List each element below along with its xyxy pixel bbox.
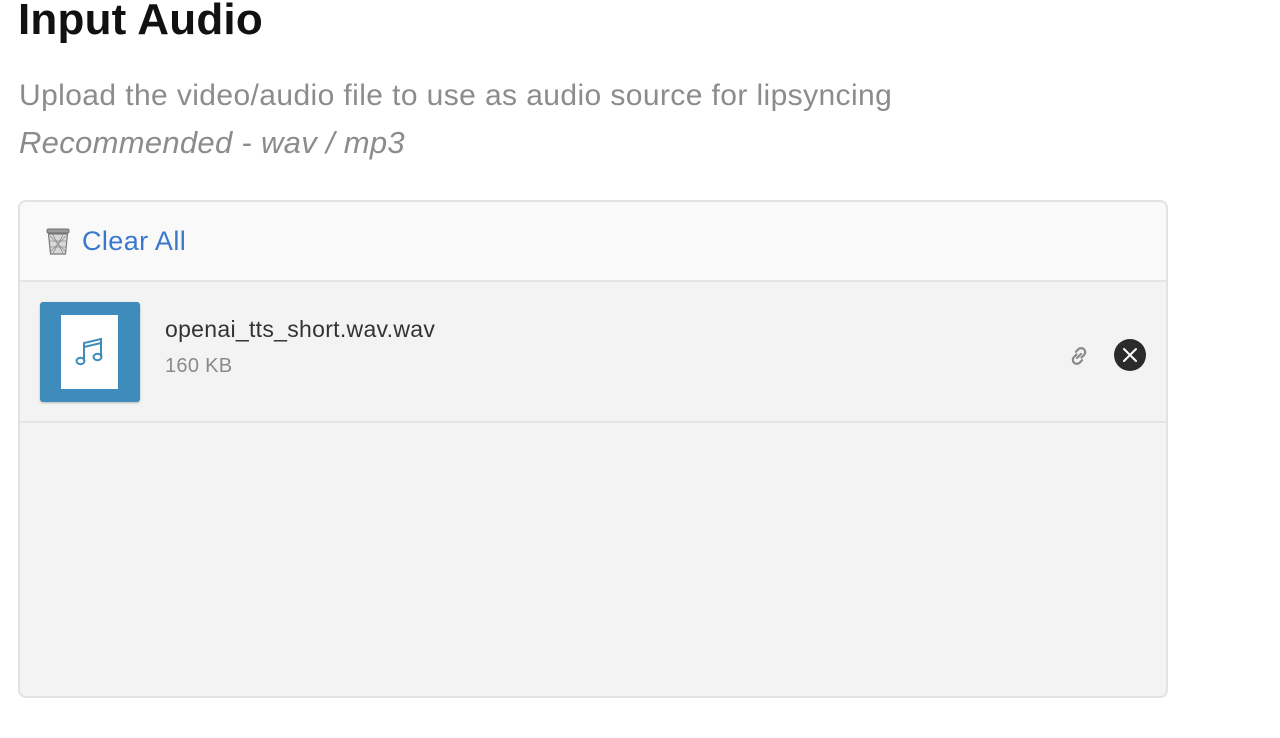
link-icon: [1071, 347, 1087, 365]
page-title: Input Audio: [18, 0, 263, 44]
uploader-header: Clear All: [20, 202, 1166, 282]
file-thumbnail: [40, 302, 140, 402]
trash-icon: [44, 226, 72, 256]
file-name: openai_tts_short.wav.wav: [165, 316, 436, 342]
document-icon: [61, 315, 118, 389]
input-audio-section: Input Audio Upload the video/audio file …: [0, 0, 1280, 738]
section-description: Upload the video/audio file to use as au…: [19, 79, 893, 112]
file-size: 160 KB: [165, 355, 233, 377]
clear-all-label: Clear All: [82, 225, 187, 256]
clear-all-button[interactable]: Clear All: [44, 226, 186, 257]
copy-link-button[interactable]: [1066, 343, 1092, 369]
recommended-formats: Recommended - wav / mp3: [19, 125, 405, 160]
file-uploader: Clear All openai_tts_short.wav.wav 160 K…: [18, 200, 1168, 698]
music-note-icon: [75, 337, 103, 366]
close-icon: [1123, 348, 1137, 362]
file-item: openai_tts_short.wav.wav 160 KB: [20, 282, 1166, 423]
remove-file-button[interactable]: [1114, 339, 1146, 371]
